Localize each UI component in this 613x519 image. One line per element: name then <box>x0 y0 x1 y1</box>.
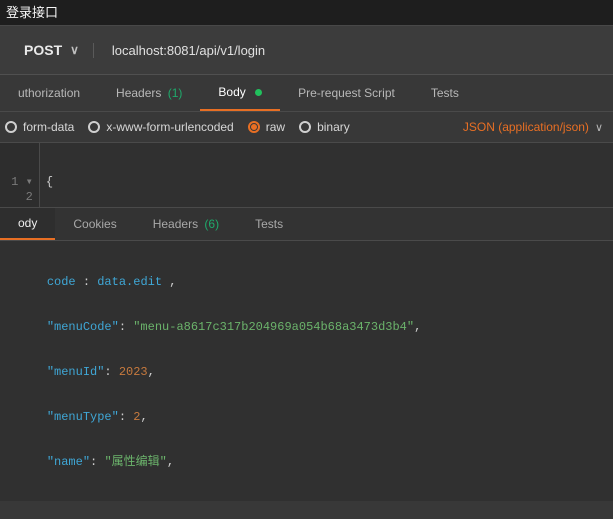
tab-title: 登录接口 <box>0 0 613 26</box>
url-input[interactable] <box>112 43 613 58</box>
resp-tab-cookies[interactable]: Cookies <box>55 209 134 239</box>
raw-content-type-select[interactable]: JSON (application/json) ∨ <box>463 120 603 134</box>
chevron-down-icon: ∨ <box>595 121 603 134</box>
tab-body[interactable]: Body <box>200 75 280 111</box>
tab-headers-label: Headers <box>116 86 161 100</box>
editor-content[interactable]: { "identity":"13888888888", "password":"… <box>40 143 613 207</box>
request-body-editor[interactable]: 1 ▾234 { "identity":"13888888888", "pass… <box>0 143 613 208</box>
resp-tab-body[interactable]: ody <box>0 208 55 240</box>
http-method-label: POST <box>24 42 62 58</box>
body-type-xform-label: x-www-form-urlencoded <box>106 120 233 134</box>
body-type-form-data-label: form-data <box>23 120 74 134</box>
body-type-row: form-data x-www-form-urlencoded raw bina… <box>0 112 613 143</box>
body-type-raw[interactable]: raw <box>248 120 285 134</box>
request-row: POST ∨ <box>0 26 613 75</box>
response-body-viewer[interactable]: code : data.edit , "menuCode": "menu-a86… <box>0 241 613 501</box>
resp-tab-headers-count: (6) <box>204 217 219 231</box>
chevron-down-icon: ∨ <box>70 43 79 57</box>
unsaved-dot-icon <box>255 89 262 96</box>
body-type-x-www-form-urlencoded[interactable]: x-www-form-urlencoded <box>88 120 233 134</box>
tab-authorization[interactable]: uthorization <box>0 76 98 110</box>
radio-icon <box>5 121 17 133</box>
tab-headers[interactable]: Headers (1) <box>98 76 200 110</box>
request-tabs: uthorization Headers (1) Body Pre-reques… <box>0 75 613 112</box>
raw-content-type-label: JSON (application/json) <box>463 120 589 134</box>
resp-tab-tests[interactable]: Tests <box>237 209 301 239</box>
resp-tab-headers-label: Headers <box>153 217 198 231</box>
radio-icon <box>299 121 311 133</box>
response-tabs: ody Cookies Headers (6) Tests <box>0 208 613 241</box>
body-type-form-data[interactable]: form-data <box>5 120 74 134</box>
url-input-wrap <box>93 43 613 58</box>
body-type-binary[interactable]: binary <box>299 120 350 134</box>
tab-tests[interactable]: Tests <box>413 76 477 110</box>
resp-tab-headers[interactable]: Headers (6) <box>135 209 237 239</box>
editor-gutter: 1 ▾234 <box>0 143 40 207</box>
radio-icon <box>248 121 260 133</box>
radio-icon <box>88 121 100 133</box>
tab-pre-request[interactable]: Pre-request Script <box>280 76 413 110</box>
body-type-binary-label: binary <box>317 120 350 134</box>
tab-body-label: Body <box>218 85 245 99</box>
http-method-select[interactable]: POST ∨ <box>10 34 93 66</box>
body-type-raw-label: raw <box>266 120 285 134</box>
tab-headers-count: (1) <box>168 86 183 100</box>
